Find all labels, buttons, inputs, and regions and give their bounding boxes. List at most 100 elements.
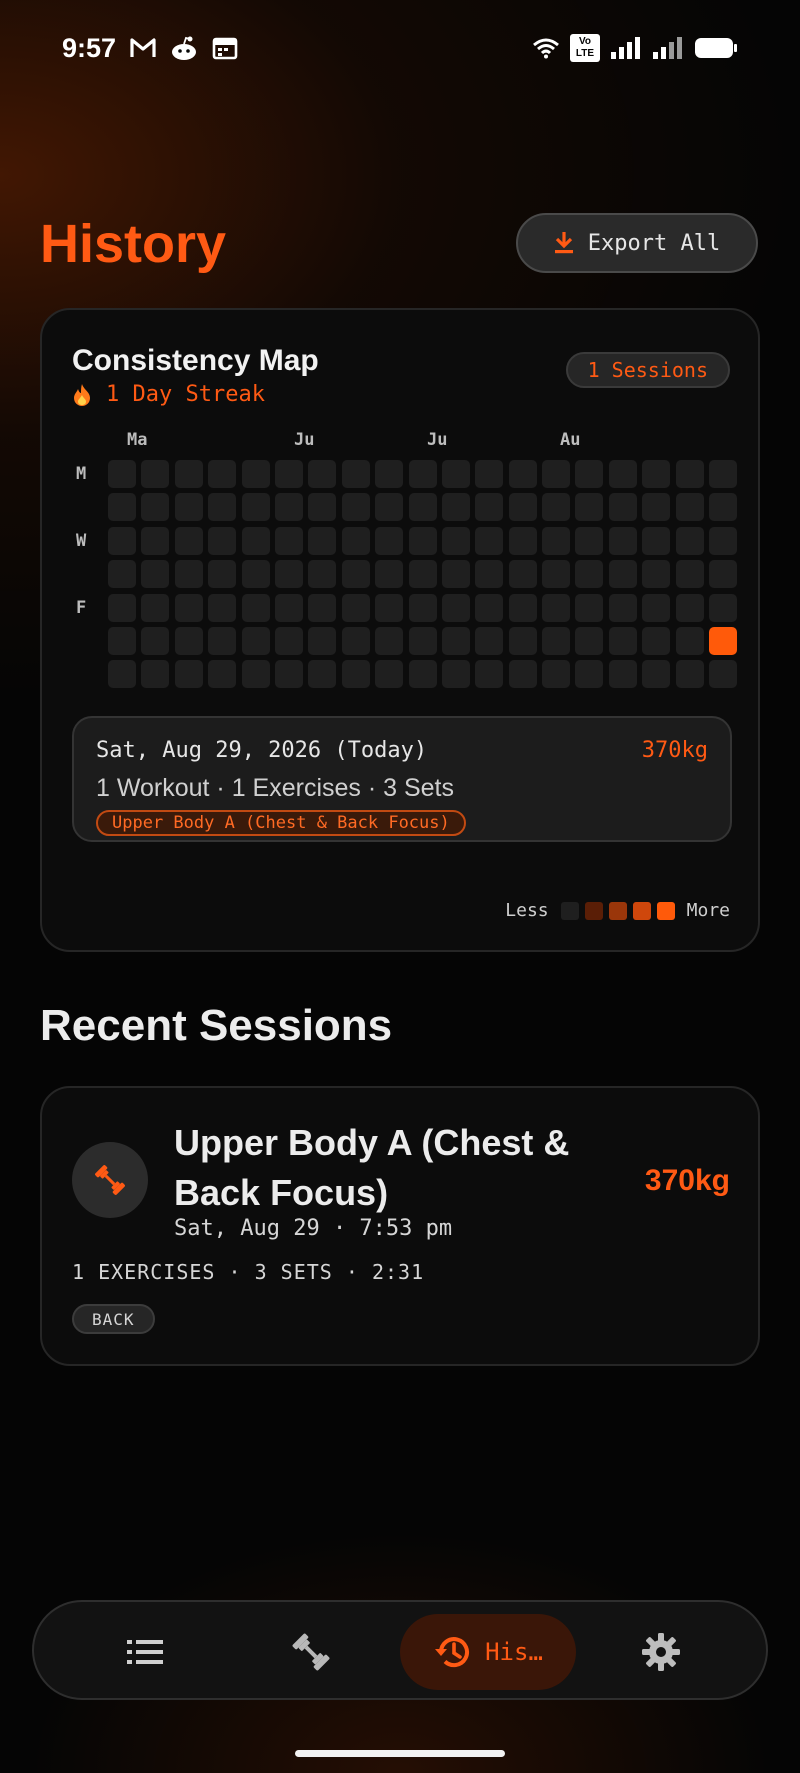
heatmap-cell[interactable] (575, 626, 604, 655)
heatmap-cell[interactable] (274, 626, 303, 655)
heatmap-cell[interactable] (208, 660, 237, 689)
heatmap-cell[interactable] (675, 493, 704, 522)
heatmap-cell[interactable] (108, 560, 136, 589)
heatmap-cell[interactable] (341, 593, 370, 622)
heatmap-cell[interactable] (542, 560, 571, 589)
heatmap-cell[interactable] (709, 626, 738, 655)
heatmap-cell[interactable] (208, 626, 237, 655)
nav-item-exercises[interactable] (256, 1614, 366, 1690)
heatmap-cell[interactable] (575, 493, 604, 522)
heatmap-cell[interactable] (341, 526, 370, 555)
heatmap-cell[interactable] (274, 526, 303, 555)
heatmap-cell[interactable] (709, 593, 738, 622)
heatmap-cell[interactable] (308, 626, 337, 655)
heatmap-cell[interactable] (141, 460, 170, 488)
heatmap-cell[interactable] (709, 660, 738, 689)
heatmap-cell[interactable] (408, 626, 437, 655)
session-card[interactable]: Upper Body A (Chest & Back Focus) 370kg … (40, 1086, 760, 1366)
heatmap-cell[interactable] (709, 560, 738, 589)
heatmap-cell[interactable] (675, 626, 704, 655)
heatmap-cell[interactable] (208, 593, 237, 622)
heatmap-cell[interactable] (341, 660, 370, 689)
heatmap-cell[interactable] (108, 593, 136, 622)
heatmap-cell[interactable] (475, 593, 504, 622)
heatmap-cell[interactable] (174, 593, 203, 622)
heatmap-cell[interactable] (408, 593, 437, 622)
heatmap-cell[interactable] (108, 660, 136, 689)
heatmap-cell[interactable] (475, 560, 504, 589)
heatmap-cell[interactable] (174, 560, 203, 589)
heatmap-cell[interactable] (508, 593, 537, 622)
heatmap-cell[interactable] (642, 593, 671, 622)
heatmap-cell[interactable] (274, 560, 303, 589)
heatmap-cell[interactable] (341, 560, 370, 589)
heatmap-cell[interactable] (608, 460, 637, 488)
heatmap-cell[interactable] (108, 626, 136, 655)
heatmap-cell[interactable] (375, 560, 404, 589)
heatmap-cell[interactable] (375, 526, 404, 555)
heatmap-cell[interactable] (208, 560, 237, 589)
heatmap-cell[interactable] (441, 660, 470, 689)
heatmap-cell[interactable] (642, 560, 671, 589)
heatmap-cell[interactable] (208, 526, 237, 555)
heatmap-cell[interactable] (375, 460, 404, 488)
heatmap-cell[interactable] (508, 560, 537, 589)
heatmap-cell[interactable] (675, 593, 704, 622)
heatmap-cell[interactable] (675, 460, 704, 488)
heatmap-cell[interactable] (308, 660, 337, 689)
heatmap-cell[interactable] (108, 460, 136, 488)
heatmap-cell[interactable] (575, 660, 604, 689)
heatmap-cell[interactable] (375, 626, 404, 655)
heatmap-cell[interactable] (508, 493, 537, 522)
heatmap-cell[interactable] (475, 626, 504, 655)
heatmap-cell[interactable] (709, 493, 738, 522)
heatmap-cell[interactable] (608, 560, 637, 589)
heatmap-cell[interactable] (241, 660, 270, 689)
heatmap-cell[interactable] (408, 493, 437, 522)
heatmap-cell[interactable] (274, 593, 303, 622)
heatmap-cell[interactable] (108, 526, 136, 555)
heatmap-cell[interactable] (408, 560, 437, 589)
heatmap-cell[interactable] (274, 460, 303, 488)
heatmap-cell[interactable] (308, 460, 337, 488)
heatmap-cell[interactable] (475, 660, 504, 689)
heatmap-cell[interactable] (141, 526, 170, 555)
heatmap-cell[interactable] (375, 660, 404, 689)
heatmap-cell[interactable] (274, 660, 303, 689)
heatmap-cell[interactable] (575, 526, 604, 555)
heatmap-cell[interactable] (341, 460, 370, 488)
heatmap-cell[interactable] (241, 560, 270, 589)
heatmap-cell[interactable] (308, 526, 337, 555)
heatmap-cell[interactable] (241, 460, 270, 488)
heatmap-cell[interactable] (608, 526, 637, 555)
heatmap-cell[interactable] (308, 593, 337, 622)
heatmap-cell[interactable] (141, 493, 170, 522)
heatmap-cell[interactable] (608, 626, 637, 655)
heatmap-cell[interactable] (375, 493, 404, 522)
heatmap-cell[interactable] (141, 660, 170, 689)
heatmap-cell[interactable] (141, 560, 170, 589)
heatmap-cell[interactable] (608, 493, 637, 522)
heatmap-cell[interactable] (575, 460, 604, 488)
heatmap-cell[interactable] (475, 493, 504, 522)
heatmap-cell[interactable] (108, 493, 136, 522)
heatmap-cell[interactable] (441, 493, 470, 522)
heatmap-cell[interactable] (174, 460, 203, 488)
heatmap-cell[interactable] (542, 626, 571, 655)
heatmap-cell[interactable] (441, 626, 470, 655)
heatmap-cell[interactable] (174, 626, 203, 655)
heatmap-cell[interactable] (174, 493, 203, 522)
heatmap-cell[interactable] (475, 460, 504, 488)
nav-item-workouts[interactable] (90, 1614, 200, 1690)
heatmap-cell[interactable] (675, 660, 704, 689)
heatmap-cell[interactable] (241, 493, 270, 522)
heatmap-cell[interactable] (241, 626, 270, 655)
nav-item-settings[interactable] (606, 1614, 716, 1690)
heatmap-cell[interactable] (575, 593, 604, 622)
heatmap-cell[interactable] (709, 460, 738, 488)
heatmap-cell[interactable] (475, 526, 504, 555)
heatmap-cell[interactable] (208, 493, 237, 522)
heatmap-cell[interactable] (542, 493, 571, 522)
detail-workout-tag[interactable]: Upper Body A (Chest & Back Focus) (96, 810, 466, 836)
heatmap-cell[interactable] (675, 560, 704, 589)
